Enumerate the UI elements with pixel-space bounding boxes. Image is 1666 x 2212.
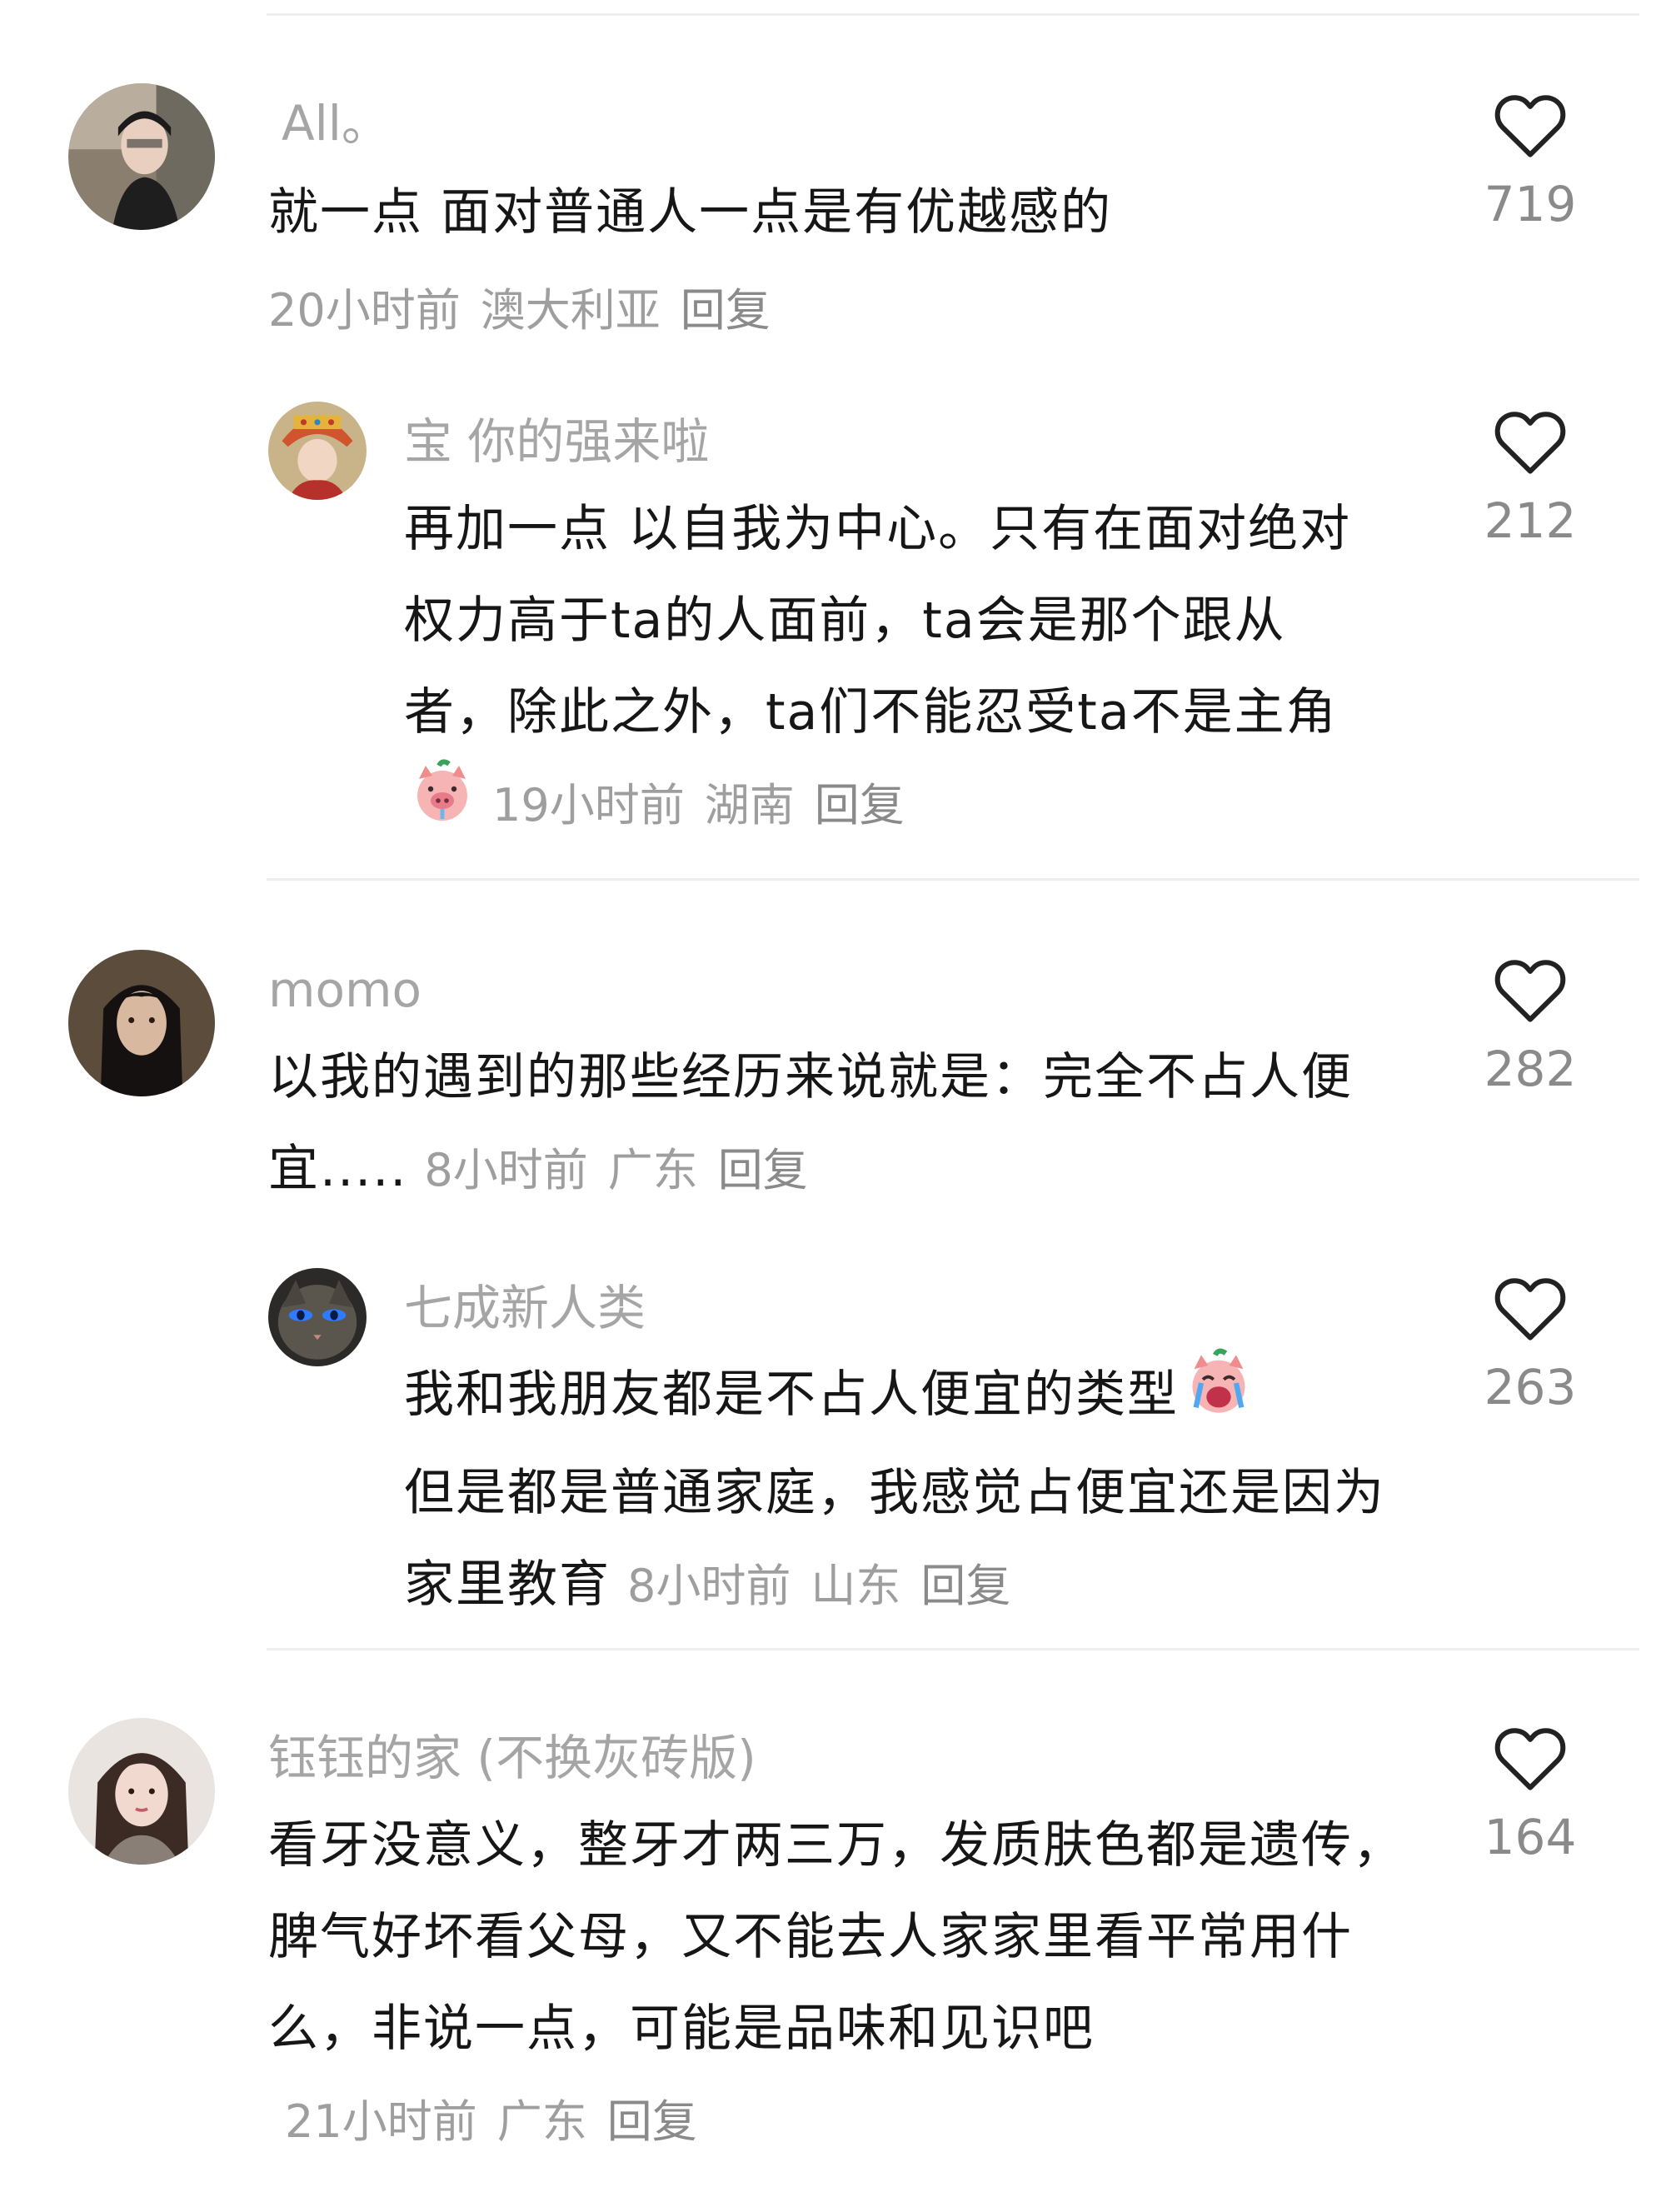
reply-username[interactable]: 七成新人类	[404, 1275, 646, 1341]
comment-text[interactable]: 以我的遇到的那些经历来说就是：完全不占人便宜..... 8小时前 广东 回复	[268, 1031, 1418, 1216]
divider	[267, 1648, 1639, 1650]
comment-text[interactable]: 看牙没意义，整牙才两三万，发质肤色都是遗传，脾气好坏看父母，又不能去人家家里看平…	[268, 1800, 1418, 2168]
avatar[interactable]	[68, 1718, 215, 1865]
divider	[267, 878, 1639, 881]
like-button[interactable]: 282	[1459, 955, 1601, 1098]
avatar-image	[68, 83, 215, 230]
comment-body: 就一点 面对普通人一点是有优越感的	[268, 183, 1113, 242]
comment-username[interactable]: momo	[268, 956, 421, 1023]
heart-outline-icon	[1494, 412, 1566, 474]
reply-body-line1: 我和我朋友都是不占人便宜的类型	[404, 1366, 1179, 1425]
avatar[interactable]	[268, 1268, 367, 1366]
comment-list: All。 就一点 面对普通人一点是有优越感的 20小时前澳大利亚回复 719	[0, 0, 1666, 2212]
like-button[interactable]: 719	[1459, 90, 1601, 233]
comment-location: 澳大利亚	[480, 284, 661, 337]
comment-text[interactable]: 就一点 面对普通人一点是有优越感的	[268, 167, 1434, 258]
comment-location: 湖南	[704, 779, 795, 831]
reply-username[interactable]: 宝 你的强来啦	[404, 408, 709, 475]
like-count: 719	[1484, 176, 1577, 232]
comment-time: 8小时前	[627, 1560, 791, 1612]
pig-face-emoji	[409, 759, 476, 855]
comment-meta: 20小时前 澳大利亚 回复	[268, 284, 771, 337]
like-count: 212	[1484, 492, 1577, 549]
comment-location: 广东	[496, 2095, 587, 2148]
avatar-image	[268, 402, 367, 500]
comment-meta: 21小时前 广东 回复	[285, 2095, 697, 2148]
like-count: 164	[1484, 1809, 1577, 1865]
heart-outline-icon	[1494, 960, 1566, 1022]
avatar[interactable]	[268, 402, 367, 500]
reply-button[interactable]: 回复	[920, 1560, 1010, 1612]
avatar[interactable]	[68, 950, 215, 1096]
comment-time: 8小时前	[424, 1144, 588, 1196]
comment-time: 19小时前	[492, 779, 685, 831]
like-count: 263	[1484, 1359, 1577, 1416]
comment-username[interactable]: All。	[282, 90, 390, 157]
reply-button[interactable]: 回复	[815, 779, 905, 831]
comment-location: 山东	[811, 1560, 901, 1612]
heart-outline-icon	[1494, 1278, 1566, 1341]
like-count: 282	[1484, 1041, 1577, 1097]
reply-text[interactable]: 我和我朋友都是不占人便宜的类型 但是都是普通家庭，我感觉占便宜还是因为家里教育 8…	[404, 1348, 1429, 1632]
divider	[267, 13, 1639, 16]
crying-face-emoji	[1184, 1348, 1254, 1447]
reply-body: 再加一点 以自我为中心。只有在面对绝对权力高于ta的人面前，ta会是那个跟从者，…	[404, 500, 1352, 741]
reply-button[interactable]: 回复	[718, 1144, 808, 1196]
comment-meta-row: 20小时前 澳大利亚 回复	[268, 263, 1434, 357]
comment-time: 21小时前	[285, 2095, 477, 2148]
reply-meta: 19小时前 湖南 回复	[492, 779, 905, 831]
comment-body: 看牙没意义，整牙才两三万，发质肤色都是遗传，脾气好坏看父母，又不能去人家家里看平…	[268, 1816, 1404, 2058]
comment-username[interactable]: 钰钰的家 (不换灰砖版)	[268, 1725, 756, 1791]
avatar-image	[268, 1268, 367, 1366]
reply-button[interactable]: 回复	[607, 2095, 697, 2148]
reply-text[interactable]: 再加一点 以自我为中心。只有在面对绝对权力高于ta的人面前，ta会是那个跟从者，…	[404, 483, 1387, 855]
avatar[interactable]	[68, 83, 215, 230]
reply-meta: 8小时前 山东 回复	[627, 1560, 1010, 1612]
comment-location: 广东	[607, 1144, 698, 1196]
heart-outline-icon	[1494, 95, 1566, 157]
avatar-image	[68, 950, 215, 1096]
comment-meta: 8小时前 广东 回复	[424, 1144, 807, 1196]
reply-button[interactable]: 回复	[681, 284, 771, 337]
like-button[interactable]: 263	[1459, 1273, 1601, 1416]
avatar-image	[68, 1718, 215, 1865]
like-button[interactable]: 212	[1459, 407, 1601, 550]
like-button[interactable]: 164	[1459, 1723, 1601, 1866]
comment-time: 20小时前	[268, 284, 461, 337]
heart-outline-icon	[1494, 1728, 1566, 1790]
